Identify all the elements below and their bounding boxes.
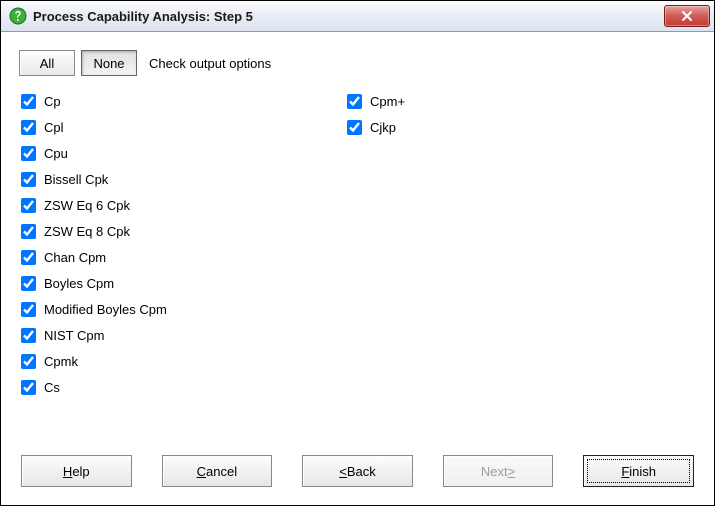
option-row[interactable]: Cpm+: [345, 88, 696, 114]
option-checkbox[interactable]: [21, 172, 36, 187]
option-checkbox[interactable]: [21, 94, 36, 109]
option-label: Boyles Cpm: [44, 276, 114, 291]
option-row[interactable]: Cp: [19, 88, 327, 114]
option-label: Cp: [44, 94, 61, 109]
option-row[interactable]: Cpu: [19, 140, 327, 166]
option-row[interactable]: Bissell Cpk: [19, 166, 327, 192]
option-checkbox[interactable]: [21, 354, 36, 369]
option-checkbox[interactable]: [21, 146, 36, 161]
button-text-suffix: Back: [347, 464, 376, 479]
option-row[interactable]: Cjkp: [345, 114, 696, 140]
option-checkbox[interactable]: [21, 250, 36, 265]
option-row[interactable]: Cpmk: [19, 348, 327, 374]
option-label: Cs: [44, 380, 60, 395]
button-text-prefix: Next: [481, 464, 508, 479]
option-label: Bissell Cpk: [44, 172, 108, 187]
option-label: NIST Cpm: [44, 328, 104, 343]
title-bar: Process Capability Analysis: Step 5: [1, 1, 714, 32]
options-area: Cp Cpl Cpu Bissell Cpk ZSW Eq 6 Cpk ZSW Eq 8 …: [19, 88, 696, 447]
option-row[interactable]: Chan Cpm: [19, 244, 327, 270]
option-checkbox[interactable]: [21, 276, 36, 291]
finish-button[interactable]: Finish: [583, 455, 694, 487]
option-row[interactable]: Cpl: [19, 114, 327, 140]
option-label: Cpl: [44, 120, 64, 135]
option-label: ZSW Eq 8 Cpk: [44, 224, 130, 239]
button-text-suffix: ancel: [206, 464, 237, 479]
close-icon: [681, 11, 693, 21]
option-checkbox[interactable]: [21, 198, 36, 213]
instruction-label: Check output options: [149, 56, 271, 71]
option-label: Cpmk: [44, 354, 78, 369]
client-area: All None Check output options Cp Cpl Cpu Bi…: [1, 32, 714, 505]
option-label: Chan Cpm: [44, 250, 106, 265]
select-none-button[interactable]: None: [81, 50, 137, 76]
options-column-right: Cpm+ Cjkp: [345, 88, 696, 447]
option-row[interactable]: Boyles Cpm: [19, 270, 327, 296]
next-button[interactable]: Next >: [443, 455, 554, 487]
question-mark-icon: [9, 7, 27, 25]
button-mnemonic: H: [63, 464, 72, 479]
help-button[interactable]: Help: [21, 455, 132, 487]
option-checkbox[interactable]: [21, 328, 36, 343]
selection-toolbar: All None Check output options: [19, 50, 696, 76]
button-mnemonic: F: [621, 464, 629, 479]
option-checkbox[interactable]: [347, 120, 362, 135]
option-checkbox[interactable]: [347, 94, 362, 109]
option-label: Modified Boyles Cpm: [44, 302, 167, 317]
option-row[interactable]: Cs: [19, 374, 327, 400]
wizard-button-row: Help Cancel < Back Next > Finish: [19, 455, 696, 491]
option-label: Cpm+: [370, 94, 405, 109]
option-row[interactable]: ZSW Eq 6 Cpk: [19, 192, 327, 218]
close-button[interactable]: [664, 5, 710, 27]
button-mnemonic: C: [197, 464, 206, 479]
option-row[interactable]: NIST Cpm: [19, 322, 327, 348]
options-column-left: Cp Cpl Cpu Bissell Cpk ZSW Eq 6 Cpk ZSW Eq 8 …: [19, 88, 327, 447]
option-row[interactable]: ZSW Eq 8 Cpk: [19, 218, 327, 244]
button-mnemonic: >: [508, 464, 516, 479]
option-checkbox[interactable]: [21, 380, 36, 395]
select-all-button[interactable]: All: [19, 50, 75, 76]
button-mnemonic: <: [339, 464, 347, 479]
option-checkbox[interactable]: [21, 302, 36, 317]
option-checkbox[interactable]: [21, 224, 36, 239]
option-row[interactable]: Modified Boyles Cpm: [19, 296, 327, 322]
back-button[interactable]: < Back: [302, 455, 413, 487]
window-title: Process Capability Analysis: Step 5: [33, 9, 664, 24]
option-checkbox[interactable]: [21, 120, 36, 135]
button-text-suffix: inish: [629, 464, 656, 479]
button-text-suffix: elp: [72, 464, 89, 479]
dialog-window: Process Capability Analysis: Step 5 All …: [0, 0, 715, 506]
option-label: ZSW Eq 6 Cpk: [44, 198, 130, 213]
option-label: Cpu: [44, 146, 68, 161]
cancel-button[interactable]: Cancel: [162, 455, 273, 487]
option-label: Cjkp: [370, 120, 396, 135]
